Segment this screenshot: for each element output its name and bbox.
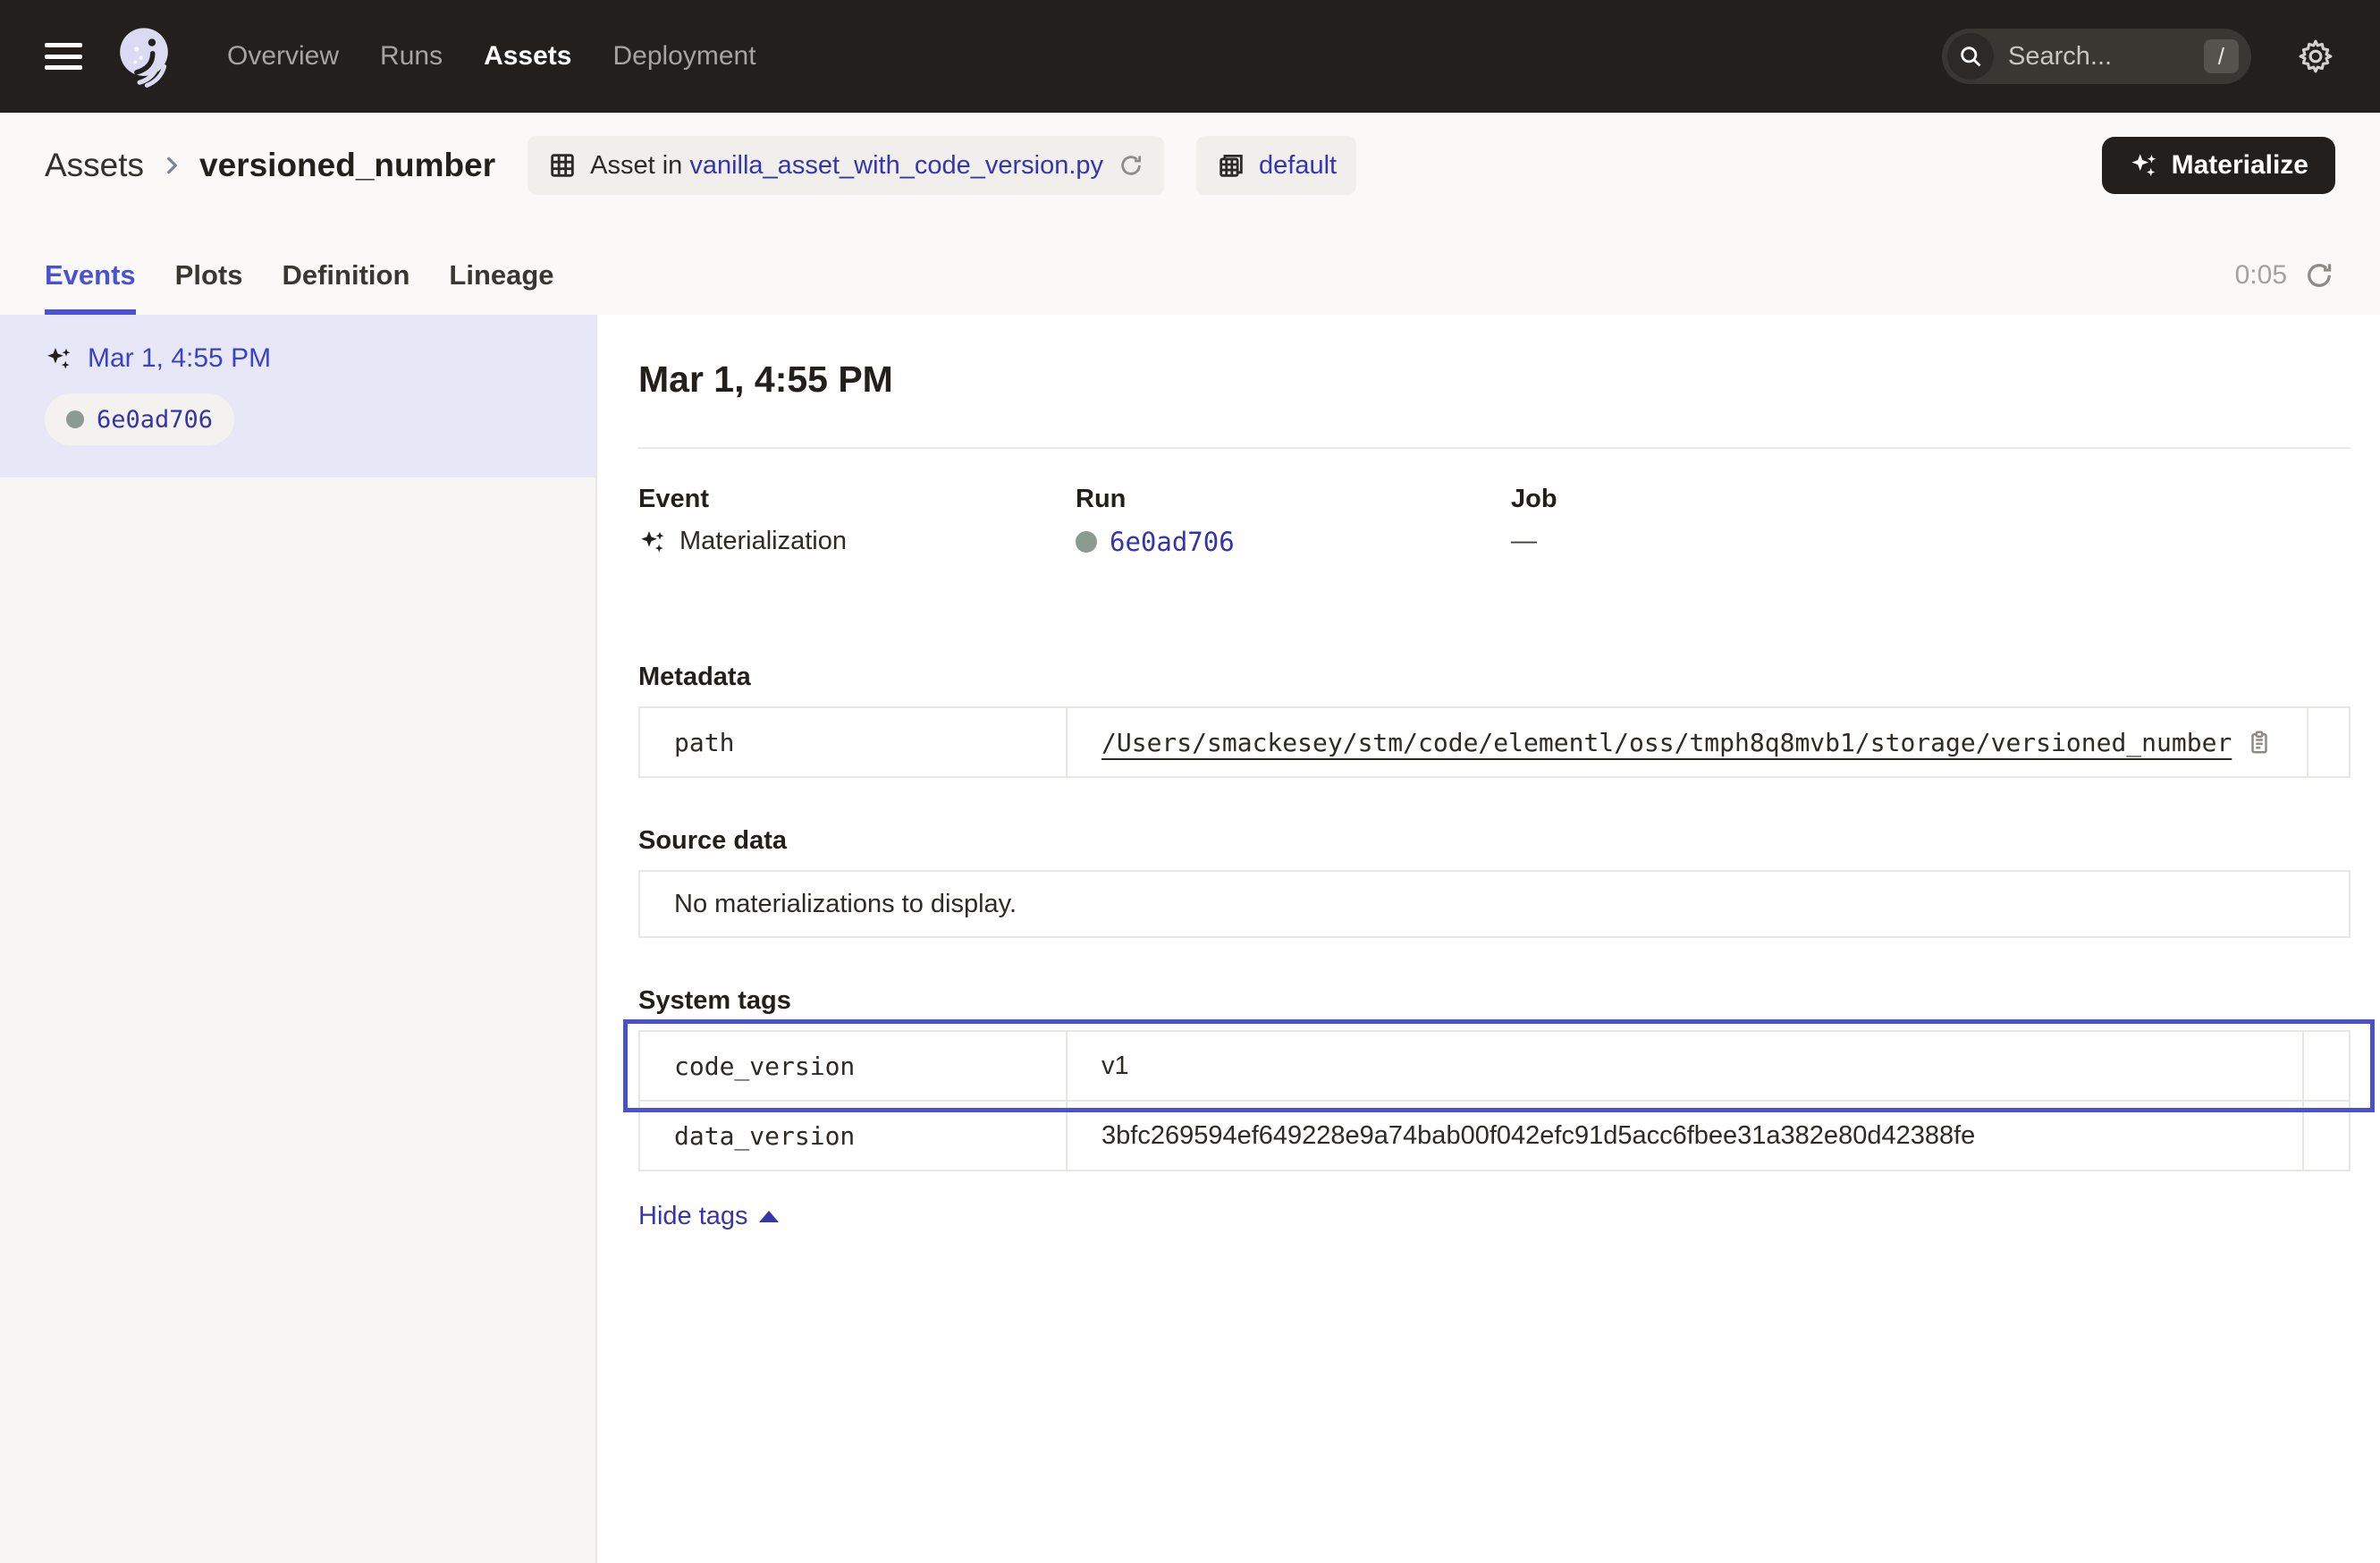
asset-definition-chip[interactable]: Asset in vanilla_asset_with_code_version… (527, 136, 1164, 195)
tab-plots[interactable]: Plots (175, 259, 243, 315)
nav-item-deployment[interactable]: Deployment (612, 41, 755, 72)
source-data-empty-box: No materializations to display. (638, 870, 2350, 938)
sparkle-icon (2129, 150, 2159, 181)
asset-group-icon (1216, 150, 1246, 181)
materialize-button[interactable]: Materialize (2102, 137, 2335, 194)
event-detail-panel: Mar 1, 4:55 PM Event Materialization (597, 315, 2380, 1563)
asset-group-link[interactable]: default (1259, 151, 1337, 181)
materialization-sparkle-icon (638, 528, 667, 556)
primary-nav: Overview Runs Assets Deployment (227, 41, 756, 72)
top-nav: Overview Runs Assets Deployment Search..… (0, 0, 2380, 113)
divider (638, 447, 2350, 449)
event-field-label: Event (638, 485, 1076, 514)
nav-item-runs[interactable]: Runs (380, 41, 443, 72)
metadata-key: path (640, 708, 1068, 776)
event-list-sidebar: Mar 1, 4:55 PM 6e0ad706 (0, 315, 597, 1563)
job-field-label: Job (1511, 485, 2350, 514)
job-empty-value: — (1511, 527, 1537, 556)
dagster-logo[interactable] (109, 21, 179, 91)
tab-definition[interactable]: Definition (282, 259, 409, 315)
system-tags-table: code_version v1 data_version 3bfc269594e… (638, 1030, 2350, 1171)
run-id-label: 6e0ad706 (97, 406, 213, 434)
gear-icon[interactable] (2296, 37, 2335, 76)
materialize-button-label: Materialize (2172, 150, 2308, 181)
event-detail-title: Mar 1, 4:55 PM (638, 358, 2350, 401)
event-timestamp-link[interactable]: Mar 1, 4:55 PM (88, 343, 271, 374)
search-shortcut-key: / (2204, 39, 2239, 73)
materialization-sparkle-icon (45, 344, 73, 373)
table-row-code-version: code_version v1 (640, 1032, 2349, 1102)
system-tags-heading: System tags (638, 986, 2350, 1016)
refresh-countdown: 0:05 (2235, 260, 2287, 291)
event-type-value: Materialization (679, 527, 847, 556)
asset-chip-prefix: Asset in (590, 151, 682, 181)
tab-lineage[interactable]: Lineage (449, 259, 553, 315)
source-data-heading: Source data (638, 826, 2350, 856)
tab-events[interactable]: Events (45, 259, 136, 315)
nav-item-assets[interactable]: Assets (484, 41, 571, 72)
run-id-chip[interactable]: 6e0ad706 (45, 393, 234, 445)
refresh-icon[interactable] (2303, 259, 2335, 291)
tabs-row: Events Plots Definition Lineage 0:05 (0, 218, 2380, 315)
system-tag-value: 3bfc269594ef649228e9a74bab00f042efc91d5a… (1101, 1121, 1975, 1151)
run-field-label: Run (1076, 485, 1511, 514)
table-row-data-version: data_version 3bfc269594ef649228e9a74bab0… (640, 1102, 2349, 1170)
metadata-path-link[interactable]: /Users/smackesey/stm/code/elementl/oss/t… (1101, 728, 2232, 757)
page-header: Assets versioned_number Asset in vanilla… (0, 113, 2380, 218)
copy-icon[interactable] (2246, 729, 2273, 756)
run-status-dot (1076, 531, 1097, 553)
table-row: path /Users/smackesey/stm/code/elementl/… (640, 708, 2349, 776)
source-data-empty-message: No materializations to display. (674, 890, 1017, 919)
run-id-link[interactable]: 6e0ad706 (1110, 527, 1235, 557)
metadata-heading: Metadata (638, 663, 2350, 692)
hide-tags-label: Hide tags (638, 1202, 748, 1231)
nav-item-overview[interactable]: Overview (227, 41, 339, 72)
system-tag-key: code_version (640, 1032, 1068, 1100)
breadcrumb-assets-link[interactable]: Assets (45, 147, 144, 184)
chevron-right-icon (160, 154, 183, 177)
hide-tags-link[interactable]: Hide tags (638, 1202, 779, 1231)
breadcrumb: Assets versioned_number (45, 147, 495, 184)
metadata-table: path /Users/smackesey/stm/code/elementl/… (638, 706, 2350, 778)
system-tag-value: v1 (1101, 1052, 1129, 1081)
search-placeholder: Search... (2008, 42, 2204, 72)
asset-table-icon (547, 150, 578, 181)
table-gutter (2307, 708, 2353, 776)
page-title: versioned_number (199, 147, 495, 184)
asset-definition-link[interactable]: vanilla_asset_with_code_version.py (689, 151, 1103, 181)
search-input[interactable]: Search... / (1942, 29, 2251, 84)
reload-icon[interactable] (1118, 152, 1144, 179)
event-list-item-selected[interactable]: Mar 1, 4:55 PM 6e0ad706 (0, 315, 595, 477)
table-gutter (2302, 1102, 2349, 1170)
caret-up-icon (759, 1211, 779, 1222)
search-icon (1947, 33, 1994, 80)
table-gutter (2302, 1032, 2349, 1100)
run-status-dot (66, 410, 84, 428)
asset-group-chip[interactable]: default (1196, 136, 1356, 195)
system-tag-key: data_version (640, 1102, 1068, 1170)
hamburger-menu-icon[interactable] (45, 43, 82, 70)
